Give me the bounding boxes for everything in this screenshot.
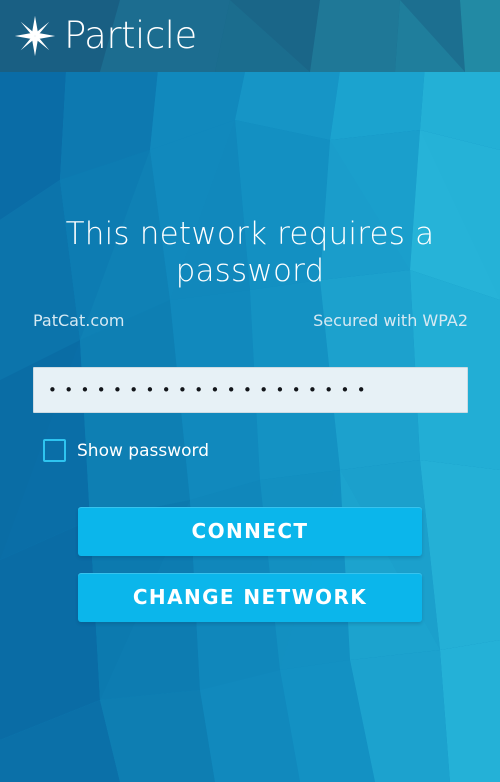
page-title: This network requires a password [65, 216, 435, 289]
brand-logo[interactable]: Particle [14, 10, 197, 62]
checkbox-icon[interactable] [43, 439, 66, 462]
particle-star-icon [14, 15, 56, 57]
setup-content: This network requires a password PatCat.… [0, 72, 500, 782]
network-meta-row: PatCat.com Secured with WPA2 [33, 311, 468, 330]
connect-button[interactable]: CONNECT [78, 507, 422, 556]
app-header: Particle [0, 0, 500, 72]
password-masked-value: •••••••••••••••••••• [48, 380, 373, 399]
show-password-label: Show password [77, 440, 209, 461]
show-password-toggle[interactable]: Show password [43, 439, 209, 462]
brand-name: Particle [64, 14, 197, 57]
network-security: Secured with WPA2 [313, 311, 468, 330]
network-ssid: PatCat.com [33, 311, 125, 330]
password-input[interactable]: •••••••••••••••••••• [33, 367, 468, 413]
setup-page: Particle This network requires a passwor… [0, 0, 500, 782]
change-network-button[interactable]: CHANGE NETWORK [78, 573, 422, 622]
